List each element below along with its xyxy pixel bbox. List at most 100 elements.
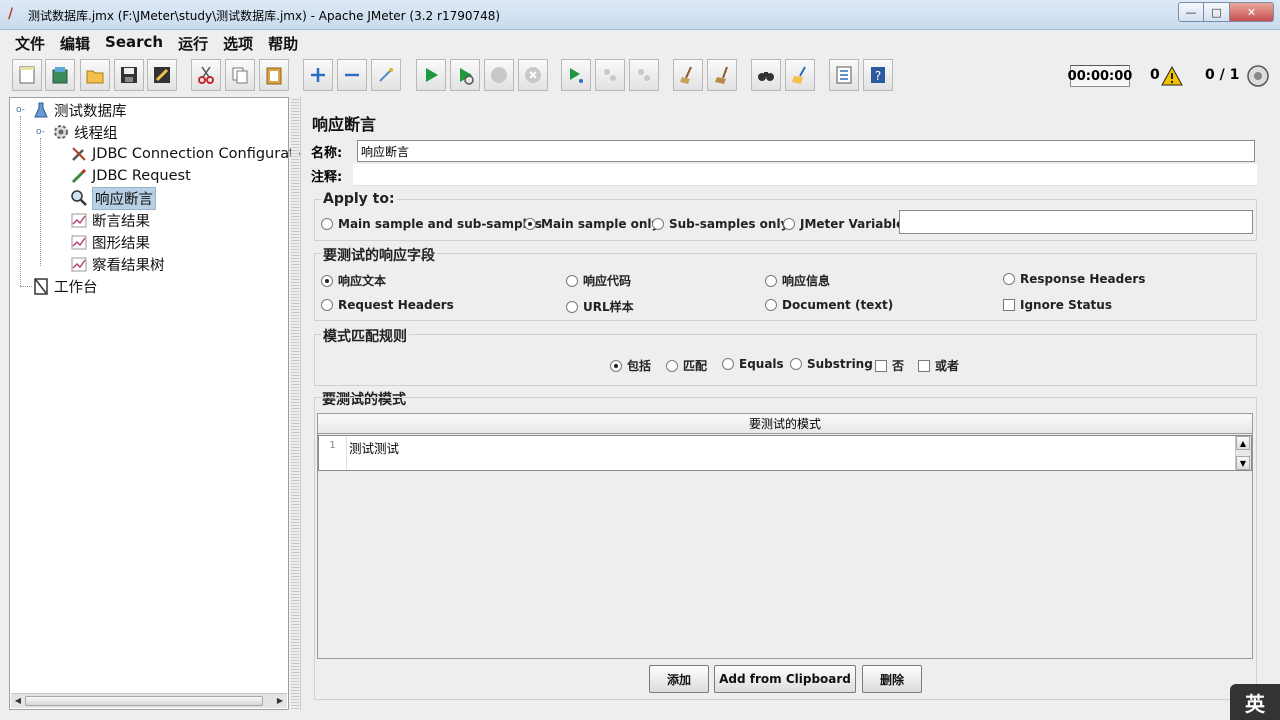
tree-node-view-results-tree[interactable]: 察看结果树 [70,254,165,274]
stop-button[interactable] [484,59,514,91]
tree-node-jdbc-request[interactable]: JDBC Request [70,166,191,186]
save-button[interactable] [114,59,144,91]
remote-start-button[interactable] [561,59,591,91]
collapse-all-button[interactable] [337,59,367,91]
clear-button[interactable] [673,59,703,91]
radio-dot [610,359,622,372]
radio-response-headers[interactable]: Response Headers [1003,272,1145,286]
remote-shutdown-button[interactable] [629,59,659,91]
response-assertion-editor: 响应断言 名称: 响应断言 注释: Apply to: Main sample … [300,97,1270,710]
ignore-status-checkbox[interactable]: Ignore Status [1003,298,1112,312]
tree-node-response-assertion[interactable]: 响应断言 [70,186,156,210]
tree-node-label: 工作台 [54,279,98,296]
copy-button[interactable] [225,59,255,91]
jmeter-variable-input[interactable] [899,210,1253,234]
tree-expand-handle[interactable]: o- [36,127,45,137]
scroll-right-arrow-icon[interactable]: ▶ [274,695,286,707]
shutdown-button[interactable] [518,59,548,91]
tree-node-thread-group[interactable]: 线程组 [52,122,118,142]
menu-help[interactable]: 帮助 [260,30,305,54]
radio-response-text[interactable]: 响应文本 [321,272,386,289]
radio-response-message[interactable]: 响应信息 [765,272,830,289]
menu-edit[interactable]: 编辑 [52,30,97,54]
pattern-editor-row[interactable]: 1 测试测试 ▲ ▼ [318,435,1252,471]
templates-button[interactable] [45,59,75,91]
radio-sub-only[interactable]: Sub-samples only [652,217,788,231]
tree-node-label: 察看结果树 [92,257,165,274]
radio-matches[interactable]: 匹配 [666,357,707,374]
menu-run[interactable]: 运行 [170,30,215,54]
page-title: 响应断言 [312,115,377,134]
panel-splitter[interactable] [291,97,299,710]
menu-file[interactable]: 文件 [0,30,52,54]
checkbox-box [918,359,930,372]
radio-substring[interactable]: Substring [790,357,873,371]
comment-input[interactable] [353,164,1257,186]
pattern-vertical-scrollbar[interactable]: ▲ ▼ [1235,436,1251,470]
tree-expand-handle[interactable]: o- [16,105,25,115]
tree-node-workbench[interactable]: 工作台 [32,276,98,296]
scroll-left-arrow-icon[interactable]: ◀ [12,695,24,707]
radio-equals[interactable]: Equals [722,357,784,371]
radio-response-code[interactable]: 响应代码 [566,272,631,289]
radio-dot [566,300,578,313]
checkbox-box [875,359,887,372]
scroll-up-arrow-icon[interactable]: ▲ [1236,436,1250,450]
radio-request-headers[interactable]: Request Headers [321,298,454,312]
tree-horizontal-scrollbar[interactable]: ◀ ▶ [11,693,287,708]
radio-main-only[interactable]: Main sample only [524,217,659,231]
radio-dot [321,274,333,287]
warning-icon[interactable] [1161,65,1183,87]
cut-button[interactable] [191,59,221,91]
open-button[interactable] [80,59,110,91]
tree-node-jdbc-config[interactable]: JDBC Connection Configuratio [70,144,308,164]
menu-search[interactable]: Search [97,30,170,54]
svg-text:?: ? [875,69,881,83]
minimize-button[interactable]: — [1178,2,1204,22]
maximize-button[interactable]: □ [1204,2,1230,22]
not-checkbox[interactable]: 否 [875,357,904,374]
expand-all-button[interactable] [303,59,333,91]
clipboard-icon [266,67,282,85]
start-button[interactable] [416,59,446,91]
radio-document-text[interactable]: Document (text) [765,298,893,312]
add-button[interactable]: 添加 [649,665,709,693]
ime-language-indicator[interactable]: 英 [1230,684,1280,720]
new-file-icon [19,66,35,84]
clear-all-button[interactable] [707,59,737,91]
close-button[interactable]: ✕ [1230,2,1274,22]
search-button[interactable] [751,59,781,91]
radio-contains[interactable]: 包括 [610,357,651,374]
start-no-pauses-button[interactable] [450,59,480,91]
radio-url-sample[interactable]: URL样本 [566,298,634,315]
toggle-button[interactable] [371,59,401,91]
scroll-thumb[interactable] [25,696,263,706]
add-from-clipboard-button[interactable]: Add from Clipboard [714,665,856,693]
menu-options[interactable]: 选项 [215,30,260,54]
tree-node-graph-results[interactable]: 图形结果 [70,232,150,252]
radio-main-and-sub[interactable]: Main sample and sub-samples [321,217,542,231]
window-title: 测试数据库.jmx (F:\JMeter\study\测试数据库.jmx) - … [28,9,501,23]
tree-node-test-plan[interactable]: 测试数据库 [32,100,127,120]
checkbox-label: 或者 [935,359,960,373]
tree-node-assertion-results[interactable]: 断言结果 [70,210,150,230]
pattern-rules-group: 模式匹配规则 包括 匹配 Equals Substring 否 或者 [314,326,1257,386]
or-checkbox[interactable]: 或者 [918,357,959,374]
radio-jmeter-variable[interactable]: JMeter Variable [783,217,904,231]
help-button[interactable]: ? [863,59,893,91]
delete-button[interactable]: 删除 [862,665,922,693]
paste-button[interactable] [259,59,289,91]
tree-node-label: 响应断言 [92,186,156,210]
radio-label: 包括 [627,359,652,373]
scroll-down-arrow-icon[interactable]: ▼ [1236,456,1250,470]
save-as-icon [154,67,170,83]
line-number: 1 [319,436,347,470]
save-as-button[interactable] [147,59,177,91]
pattern-text[interactable]: 测试测试 [349,438,399,457]
tree-line [20,116,21,286]
function-helper-button[interactable] [829,59,859,91]
remote-stop-button[interactable] [595,59,625,91]
new-button[interactable] [12,59,42,91]
reset-search-button[interactable] [785,59,815,91]
name-input[interactable]: 响应断言 [357,140,1255,162]
